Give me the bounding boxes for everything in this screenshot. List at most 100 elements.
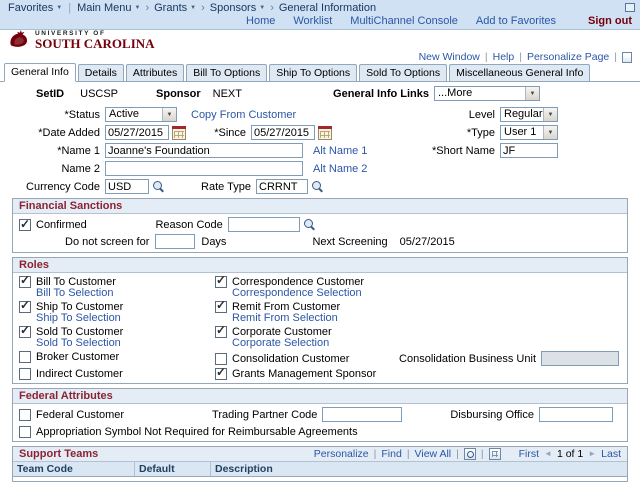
column-team-code[interactable]: Team Code	[13, 462, 135, 476]
tab-general-info[interactable]: General Info	[4, 63, 76, 82]
lookup-icon[interactable]	[311, 180, 324, 193]
tab-bill-to-options[interactable]: Bill To Options	[186, 64, 268, 81]
window-icon[interactable]	[625, 3, 635, 12]
logo-line2: SOUTH CAROLINA	[35, 36, 155, 52]
breadcrumb-current: General Information	[278, 1, 377, 14]
lookup-icon[interactable]	[303, 218, 316, 231]
name1-row: *Name 1 Alt Name 1 *Short Name	[12, 143, 628, 158]
appropriation-symbol-checkbox[interactable]	[19, 426, 31, 438]
last-link[interactable]: Last	[601, 448, 621, 460]
federal-customer-checkbox[interactable]	[19, 408, 31, 421]
confirmed-checkbox[interactable]	[19, 217, 31, 231]
role-sold-to-customer: Sold To Customer Sold To Selection	[19, 324, 209, 349]
column-description[interactable]: Description	[211, 462, 627, 476]
since-input[interactable]	[251, 125, 315, 140]
name1-label: *Name 1	[57, 144, 100, 157]
disbursing-office-input[interactable]	[538, 407, 613, 422]
lookup-icon[interactable]	[152, 180, 165, 193]
broker-customer-checkbox[interactable]	[19, 351, 31, 363]
tab-attributes[interactable]: Attributes	[125, 64, 185, 81]
header-band: Favorites ▼ | Main Menu ▼ › Grants ▼ › Spon…	[0, 0, 640, 30]
zoom-grid-icon[interactable]	[463, 448, 476, 460]
favorites-menu[interactable]: Favorites ▼	[8, 2, 62, 14]
copy-from-customer-link[interactable]: Copy From Customer	[191, 109, 296, 121]
rate-type-input[interactable]	[256, 179, 308, 194]
main-menu[interactable]: Main Menu ▼	[77, 2, 140, 14]
new-window-link[interactable]: New Window	[419, 51, 480, 63]
consolidation-customer-checkbox[interactable]	[215, 352, 227, 365]
grants-management-sponsor-label: Grants Management Sponsor	[232, 368, 377, 380]
home-link[interactable]: Home	[246, 15, 275, 27]
ship-to-customer-checkbox[interactable]	[19, 299, 31, 313]
date-added-input[interactable]	[105, 125, 169, 140]
tab-sold-to-options[interactable]: Sold To Options	[359, 64, 448, 81]
breadcrumb-grants[interactable]: Grants ▼	[154, 2, 196, 14]
correspondence-customer-checkbox[interactable]	[215, 274, 227, 288]
currency-row: Currency Code Rate Type	[12, 179, 628, 194]
calendar-icon[interactable]	[318, 125, 332, 140]
corporate-selection-link[interactable]: Corporate Selection	[232, 337, 329, 349]
first-link[interactable]: First	[519, 448, 539, 460]
confirmed-row: Confirmed Reason Code	[19, 217, 621, 232]
sponsors-label: Sponsors	[209, 1, 257, 14]
sold-to-selection-link[interactable]: Sold To Selection	[36, 337, 121, 349]
worklist-link[interactable]: Worklist	[293, 15, 332, 27]
download-grid-icon[interactable]	[488, 448, 501, 460]
general-info-links-select[interactable]: ...More ▼	[434, 86, 540, 101]
chevron-down-icon: ▼	[543, 108, 557, 121]
status-select[interactable]: Active ▼	[105, 107, 177, 122]
ship-to-selection-link[interactable]: Ship To Selection	[36, 312, 121, 324]
type-select[interactable]: User 1 ▼	[500, 125, 558, 140]
help-link[interactable]: Help	[493, 51, 515, 63]
chevron-down-icon: ▼	[162, 108, 176, 121]
personalize-link[interactable]: Personalize	[314, 448, 369, 460]
tab-ship-to-options[interactable]: Ship To Options	[269, 64, 358, 81]
alt-name2-link[interactable]: Alt Name 2	[313, 163, 367, 175]
indirect-customer-label: Indirect Customer	[36, 368, 123, 380]
grants-management-sponsor-checkbox[interactable]	[215, 366, 227, 380]
status-row: *Status Active ▼ Copy From Customer Leve…	[12, 107, 628, 122]
column-default[interactable]: Default	[135, 462, 211, 476]
remit-from-selection-link[interactable]: Remit From Selection	[232, 312, 338, 324]
find-link[interactable]: Find	[381, 448, 401, 460]
name2-input[interactable]	[105, 161, 303, 176]
level-select[interactable]: Regular ▼	[500, 107, 558, 122]
alt-name1-link[interactable]: Alt Name 1	[313, 145, 367, 157]
chevron-down-icon: ▼	[525, 87, 539, 100]
setid-value: USCSP	[80, 87, 119, 100]
federal-customer-row: Federal Customer Trading Partner Code Di…	[19, 407, 621, 422]
tab-miscellaneous-general-info[interactable]: Miscellaneous General Info	[449, 64, 591, 81]
short-name-input[interactable]	[500, 143, 558, 158]
corporate-customer-checkbox[interactable]	[215, 324, 227, 338]
multichannel-console-link[interactable]: MultiChannel Console	[350, 15, 458, 27]
remit-from-customer-checkbox[interactable]	[215, 299, 227, 313]
federal-attributes-section: Federal Attributes Federal Customer Trad…	[12, 388, 628, 442]
divider: |	[68, 1, 72, 14]
previous-row-icon[interactable]: ◄	[544, 448, 552, 460]
divider: |	[456, 448, 459, 460]
trading-partner-code-input[interactable]	[322, 407, 403, 422]
correspondence-selection-link[interactable]: Correspondence Selection	[232, 287, 362, 299]
add-to-favorites-link[interactable]: Add to Favorites	[476, 15, 556, 27]
currency-code-input[interactable]	[105, 179, 149, 194]
sign-out-link[interactable]: Sign out	[588, 15, 632, 27]
personalize-page-link[interactable]: Personalize Page	[527, 51, 609, 63]
next-row-icon[interactable]: ►	[588, 448, 596, 460]
general-info-links-value: ...More	[438, 87, 473, 99]
name1-input[interactable]	[105, 143, 303, 158]
breadcrumb-sponsors[interactable]: Sponsors ▼	[210, 2, 265, 14]
sold-to-customer-checkbox[interactable]	[19, 324, 31, 338]
type-value: User 1	[504, 126, 537, 138]
copy-url-icon[interactable]	[622, 51, 632, 63]
since-label: *Since	[214, 126, 246, 139]
indirect-customer-checkbox[interactable]	[19, 368, 31, 380]
calendar-icon[interactable]	[172, 125, 186, 140]
reason-code-input[interactable]	[227, 217, 300, 232]
bill-to-selection-link[interactable]: Bill To Selection	[36, 287, 113, 299]
view-all-link[interactable]: View All	[415, 448, 452, 460]
tab-details[interactable]: Details	[77, 64, 124, 81]
appropriation-row: Appropriation Symbol Not Required for Re…	[19, 426, 621, 438]
do-not-screen-input[interactable]	[155, 234, 196, 249]
bill-to-customer-checkbox[interactable]	[19, 274, 31, 288]
next-screening-label: Next Screening	[312, 235, 388, 248]
